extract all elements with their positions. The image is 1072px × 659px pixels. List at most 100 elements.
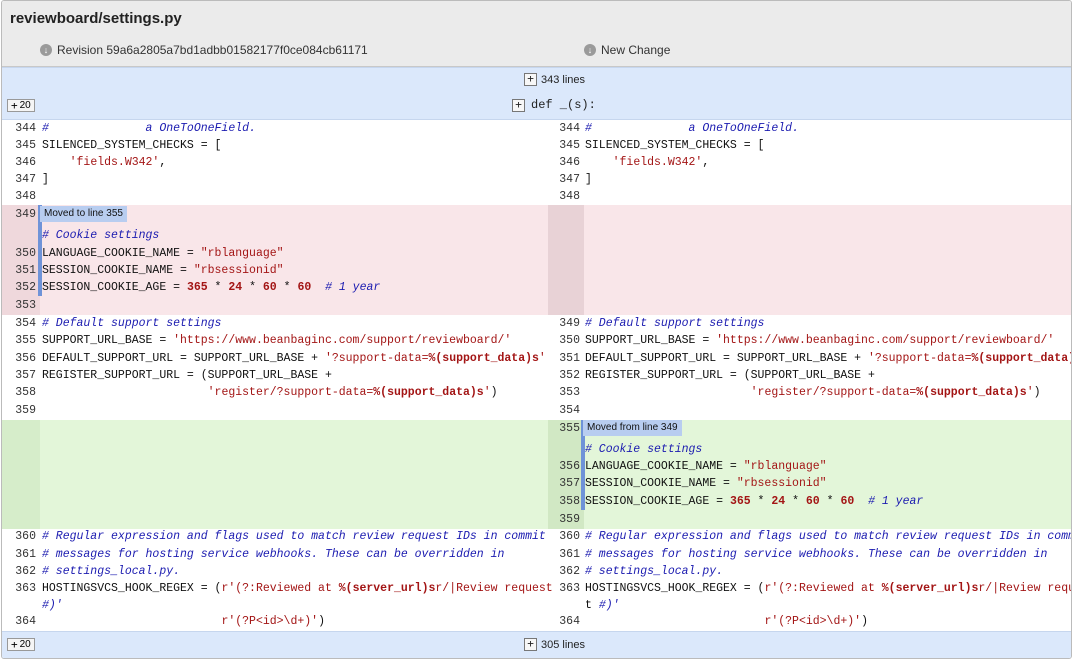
diff-header: reviewboard/settings.py ↓ Revision 59a6a… <box>2 1 1071 67</box>
file-name: reviewboard/settings.py <box>10 10 182 27</box>
left-code-line: # Default support settings <box>42 317 222 330</box>
right-code-line: 'register/?support-data=%(support_data)s… <box>750 386 1041 399</box>
right-code-line: # Cookie settings <box>585 443 703 456</box>
left-revision-label: Revision 59a6a2805a7bd1adbb01582177f0ce0… <box>57 43 368 57</box>
right-line-number[interactable]: 364 <box>546 613 580 630</box>
left-revision-link[interactable]: ↓ Revision 59a6a2805a7bd1adbb01582177f0c… <box>40 43 368 57</box>
moved-from-flag[interactable]: Moved from line 349 <box>583 420 682 436</box>
expand-top-all[interactable]: + 343 lines <box>524 73 585 86</box>
right-line-number[interactable]: 357 <box>546 475 580 492</box>
right-code-line: # Default support settings <box>585 317 765 330</box>
collapsed-bottom-label: 305 lines <box>541 638 586 651</box>
right-code-line: SESSION_COOKIE_AGE = 365 * 24 * 60 * 60 … <box>585 495 924 508</box>
left-code-line: 'register/?support-data=%(support_data)s… <box>207 386 498 399</box>
left-line-number[interactable]: 349 <box>2 206 36 223</box>
left-line-number[interactable]: 356 <box>2 350 36 367</box>
collapsed-bottom-section: + 20 + 305 lines <box>2 631 1071 658</box>
collapsed-top-label: 343 lines <box>541 73 586 86</box>
right-line-number[interactable]: 346 <box>546 154 580 171</box>
moved-to-flag[interactable]: Moved to line 355 <box>40 206 127 222</box>
left-line-number[interactable]: 359 <box>2 402 36 419</box>
function-header-label: def _(s): <box>531 98 596 112</box>
right-line-number[interactable]: 351 <box>546 350 580 367</box>
right-line-number[interactable] <box>546 597 580 614</box>
right-code-line: # messages for hosting service webhooks.… <box>585 548 1048 561</box>
left-line-number[interactable]: 344 <box>2 120 36 137</box>
right-code-line: HOSTINGSVCS_HOOK_REGEX = (r'(?:Reviewed … <box>585 582 1071 595</box>
expand-top-20-button[interactable]: + 20 <box>7 99 35 112</box>
function-header[interactable]: + def _(s): <box>512 98 596 112</box>
right-code-line: SESSION_COOKIE_NAME = "rbsessionid" <box>585 477 827 490</box>
left-line-number[interactable]: 364 <box>2 613 36 630</box>
right-line-number[interactable]: 350 <box>546 332 580 349</box>
left-line-number[interactable]: 360 <box>2 528 36 545</box>
right-code-line: # settings_local.py. <box>585 565 724 578</box>
right-code-line: ] <box>585 173 592 186</box>
right-code-line: REGISTER_SUPPORT_URL = (SUPPORT_URL_BASE… <box>585 369 875 382</box>
left-line-number[interactable] <box>2 597 36 614</box>
left-code-line: REGISTER_SUPPORT_URL = (SUPPORT_URL_BASE… <box>42 369 332 382</box>
right-line-number[interactable]: 345 <box>546 137 580 154</box>
download-icon: ↓ <box>40 44 52 56</box>
left-line-number[interactable]: 351 <box>2 262 36 279</box>
left-line-number[interactable]: 350 <box>2 245 36 262</box>
left-line-number[interactable]: 353 <box>2 297 36 314</box>
left-code-line: # a OneToOneField. <box>42 122 256 135</box>
right-line-number[interactable]: 354 <box>546 402 580 419</box>
right-code-line: r'(?P<id>\d+)') <box>764 615 868 628</box>
left-line-number[interactable]: 357 <box>2 367 36 384</box>
right-line-number[interactable]: 355 <box>546 420 580 437</box>
left-code-line: # Cookie settings <box>42 229 160 242</box>
right-line-number[interactable]: 349 <box>546 315 580 332</box>
expand-bottom-20-button[interactable]: + 20 <box>7 638 35 651</box>
right-code-line: # a OneToOneField. <box>585 122 799 135</box>
left-code-line: #)' <box>42 599 63 612</box>
inserted-left-gutter <box>2 420 40 529</box>
right-line-number[interactable]: 359 <box>546 511 580 528</box>
left-code-line: HOSTINGSVCS_HOOK_REGEX = (r'(?:Reviewed … <box>42 582 553 595</box>
left-line-number[interactable]: 346 <box>2 154 36 171</box>
right-line-number[interactable]: 344 <box>546 120 580 137</box>
left-code-line: ] <box>42 173 49 186</box>
right-line-number[interactable]: 348 <box>546 188 580 205</box>
left-line-number[interactable]: 363 <box>2 580 36 597</box>
right-line-number[interactable] <box>546 441 580 458</box>
diff-viewer: reviewboard/settings.py ↓ Revision 59a6a… <box>1 0 1072 659</box>
right-line-number[interactable]: 362 <box>546 563 580 580</box>
left-line-number[interactable]: 348 <box>2 188 36 205</box>
left-line-number[interactable] <box>2 227 36 244</box>
collapsed-top-section: + 343 lines + 20 <box>2 67 1071 120</box>
right-line-number[interactable]: 358 <box>546 493 580 510</box>
left-line-number[interactable]: 355 <box>2 332 36 349</box>
left-code-line: SESSION_COOKIE_AGE = 365 * 24 * 60 * 60 … <box>42 281 381 294</box>
right-line-number[interactable]: 363 <box>546 580 580 597</box>
expand-bottom-all[interactable]: + 305 lines <box>524 638 585 651</box>
right-code-line: SILENCED_SYSTEM_CHECKS = [ <box>585 139 765 152</box>
expand-icon: + <box>524 638 537 651</box>
left-code-line: SUPPORT_URL_BASE = 'https://www.beanbagi… <box>42 334 512 347</box>
right-line-number[interactable]: 356 <box>546 458 580 475</box>
right-line-number[interactable]: 361 <box>546 546 580 563</box>
left-line-number[interactable]: 345 <box>2 137 36 154</box>
left-code-line: SESSION_COOKIE_NAME = "rbsessionid" <box>42 264 284 277</box>
expand-top-20-label: 20 <box>19 100 31 111</box>
download-icon: ↓ <box>584 44 596 56</box>
right-revision-link[interactable]: ↓ New Change <box>584 43 670 57</box>
left-code-line: LANGUAGE_COOKIE_NAME = "rblanguage" <box>42 247 284 260</box>
left-line-number[interactable]: 347 <box>2 171 36 188</box>
expand-icon: + <box>524 73 537 86</box>
left-code-line: DEFAULT_SUPPORT_URL = SUPPORT_URL_BASE +… <box>42 352 546 365</box>
right-line-number[interactable]: 347 <box>546 171 580 188</box>
right-code-line: LANGUAGE_COOKIE_NAME = "rblanguage" <box>585 460 827 473</box>
right-line-number[interactable]: 352 <box>546 367 580 384</box>
left-line-number[interactable]: 352 <box>2 279 36 296</box>
left-line-number[interactable]: 358 <box>2 384 36 401</box>
right-line-number[interactable]: 353 <box>546 384 580 401</box>
left-line-number[interactable]: 361 <box>2 546 36 563</box>
left-line-number[interactable]: 354 <box>2 315 36 332</box>
left-code-line: # messages for hosting service webhooks.… <box>42 548 505 561</box>
left-code-line: SILENCED_SYSTEM_CHECKS = [ <box>42 139 222 152</box>
left-line-number[interactable]: 362 <box>2 563 36 580</box>
right-line-number[interactable]: 360 <box>546 528 580 545</box>
left-code-line: # Regular expression and flags used to m… <box>42 530 546 543</box>
